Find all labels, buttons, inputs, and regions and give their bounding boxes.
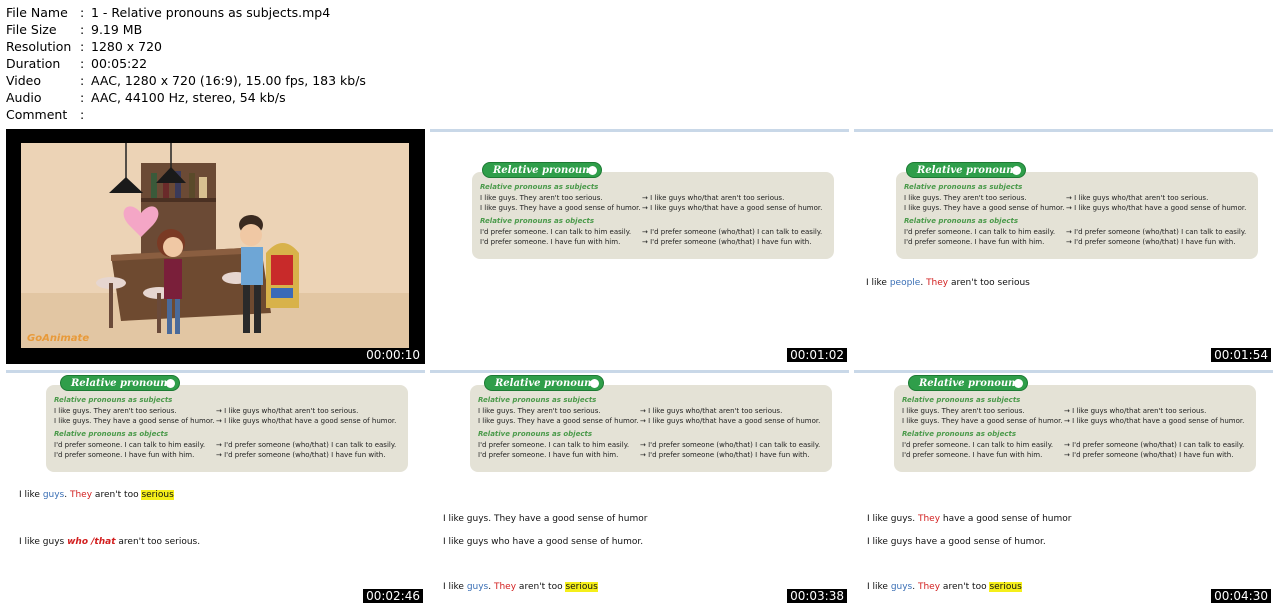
file-info-value: 00:05:22 — [91, 56, 148, 71]
thumbnail-5[interactable]: Relative pronouns as subjects I like guy… — [430, 370, 849, 605]
divider — [6, 370, 425, 373]
note-line: I like guys. They aren't too serious — [443, 582, 598, 592]
file-info-row: Comment: — [6, 107, 85, 122]
thumbnail-1[interactable]: GoAnimate 00:00:10 — [6, 129, 425, 364]
timestamp: 00:02:46 — [363, 589, 423, 603]
note-line: I like guys. They aren't too serious — [867, 582, 1022, 592]
timestamp: 00:01:02 — [787, 348, 847, 362]
file-info-row: File Name:1 - Relative pronouns as subje… — [6, 5, 331, 20]
cartoon-illustration — [21, 143, 409, 348]
cartoon-scene: GoAnimate — [21, 143, 409, 348]
note-line: I like guys who /that aren't too serious… — [19, 537, 201, 547]
note-line: I like people. They aren't too serious — [866, 278, 1030, 288]
thumbnail-3[interactable]: Relative pronouns as subjects I like guy… — [854, 129, 1273, 364]
thumbnail-6[interactable]: Relative pronouns as subjects I like guy… — [854, 370, 1273, 605]
logo-watermark: GoAnimate — [27, 333, 90, 344]
file-info-value: 9.19 MB — [91, 22, 143, 37]
divider — [430, 370, 849, 373]
file-info-key: File Name — [6, 5, 68, 20]
note-line: I like guys have a good sense of humor. — [867, 537, 1046, 547]
section-tab: Relative pronouns — [484, 375, 604, 391]
file-info-row: File Size:9.19 MB — [6, 22, 143, 37]
section-tab: Relative pronouns — [906, 162, 1026, 178]
note-line: I like guys. They have a good sense of h… — [867, 514, 1072, 524]
grammar-card: Relative pronouns as subjects I like guy… — [472, 172, 834, 259]
thumbnail-2[interactable]: Relative pronouns as subjects I like guy… — [430, 129, 849, 364]
grammar-card: Relative pronouns as subjects I like guy… — [894, 385, 1256, 472]
section-tab: Relative pronouns — [908, 375, 1028, 391]
file-info-value: 1280 x 720 — [91, 39, 163, 54]
file-info-key: Resolution — [6, 39, 72, 54]
timestamp: 00:04:30 — [1211, 589, 1271, 603]
file-info-panel: File Name:1 - Relative pronouns as subje… — [6, 4, 366, 123]
section-tab: Relative pronouns — [482, 162, 602, 178]
grammar-card: Relative pronouns as subjects I like guy… — [896, 172, 1258, 259]
file-info-value: AAC, 44100 Hz, stereo, 54 kb/s — [91, 90, 286, 105]
timestamp: 00:01:54 — [1211, 348, 1271, 362]
timestamp: 00:00:10 — [363, 348, 423, 362]
file-info-row: Resolution:1280 x 720 — [6, 39, 163, 54]
note-line: I like guys who have a good sense of hum… — [443, 537, 644, 547]
divider — [854, 129, 1273, 132]
file-info-row: Video: AAC, 1280 x 720 (16:9), 15.00 fps,… — [6, 73, 366, 88]
divider — [430, 129, 849, 132]
grammar-card: Relative pronouns as subjects I like guy… — [470, 385, 832, 472]
file-info-key: Video — [6, 73, 42, 88]
file-info-value: AAC, 1280 x 720 (16:9), 15.00 fps, 183 k… — [91, 73, 366, 88]
timestamp: 00:03:38 — [787, 589, 847, 603]
file-info-row: Duration:00:05:22 — [6, 56, 148, 71]
file-info-key: Comment — [6, 107, 68, 122]
section-tab: Relative pronouns — [60, 375, 180, 391]
thumbnail-4[interactable]: Relative pronouns as subjects I like guy… — [6, 370, 425, 605]
note-line: I like guys. They have a good sense of h… — [443, 514, 648, 524]
file-info-key: Duration — [6, 56, 61, 71]
grammar-card: Relative pronouns as subjects I like guy… — [46, 385, 408, 472]
note-line: I like guys. They aren't too serious — [19, 490, 174, 500]
file-info-key: Audio — [6, 90, 42, 105]
file-info-key: File Size — [6, 22, 57, 37]
divider — [854, 370, 1273, 373]
file-info-row: Audio: AAC, 44100 Hz, stereo, 54 kb/s — [6, 90, 286, 105]
file-info-value: 1 - Relative pronouns as subjects.mp4 — [91, 5, 331, 20]
